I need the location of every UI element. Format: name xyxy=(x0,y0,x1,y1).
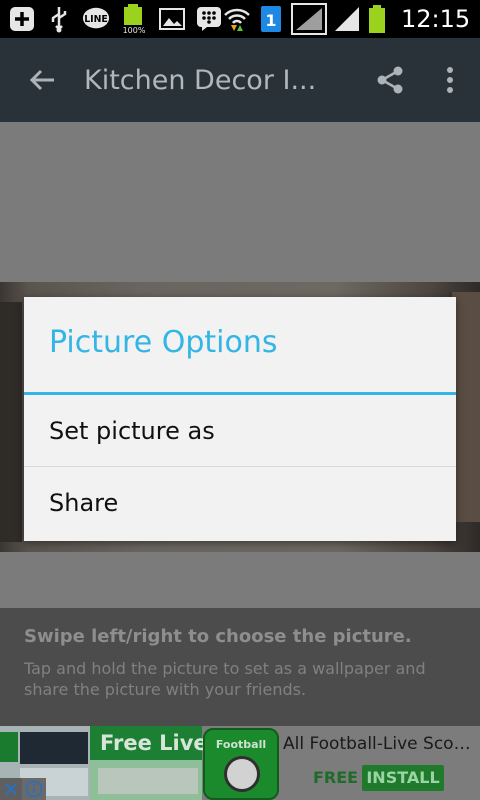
wifi-icon xyxy=(223,5,251,33)
battery-full-icon: 100% xyxy=(119,4,149,35)
help-heading: Swipe left/right to choose the picture. xyxy=(24,626,412,647)
ad-screenshot-detail xyxy=(0,732,18,762)
soccer-ball-icon xyxy=(224,756,260,792)
ad-banner-text: Free Live xyxy=(90,726,208,760)
page-title: Kitchen Decor I... xyxy=(84,64,317,96)
signal-icon xyxy=(333,5,361,33)
sim1-icon: 1 xyxy=(257,5,285,33)
line-app-icon: LINE xyxy=(82,5,110,33)
share-option[interactable]: Share xyxy=(24,467,456,538)
status-bar: LINE 100% 1 12:15 xyxy=(0,0,480,38)
ad-promo-detail xyxy=(98,768,198,794)
dialog-title: Picture Options xyxy=(49,325,278,360)
signal-icon xyxy=(291,3,327,35)
battery-percent-label: 100% xyxy=(123,26,146,35)
share-icon xyxy=(377,66,403,94)
ad-screenshot-detail xyxy=(20,732,88,764)
back-button[interactable] xyxy=(0,38,84,122)
set-picture-as-option[interactable]: Set picture as xyxy=(24,395,456,466)
battery-icon xyxy=(367,5,387,33)
bbm-icon xyxy=(195,5,223,33)
more-vert-icon xyxy=(447,67,453,93)
ad-logo-text: Football xyxy=(215,738,267,751)
ad-price: FREE xyxy=(313,768,359,787)
sim-label: 1 xyxy=(265,11,276,30)
help-panel: Swipe left/right to choose the picture. … xyxy=(0,608,480,726)
close-icon xyxy=(5,783,17,795)
ad-promo-image: Free Live xyxy=(90,726,208,800)
picture-detail xyxy=(0,302,22,542)
usb-icon xyxy=(45,5,73,33)
app-bar: Kitchen Decor I... xyxy=(0,38,480,122)
ad-app-logo[interactable]: Football xyxy=(203,728,279,800)
ad-close-button[interactable] xyxy=(0,778,22,800)
share-button[interactable] xyxy=(360,38,420,122)
ad-app-name[interactable]: All Football-Live Scor... xyxy=(283,734,473,754)
overflow-menu-button[interactable] xyxy=(420,38,480,122)
ad-banner[interactable]: Free Live Football All Football-Live Sco… xyxy=(0,726,480,800)
clock: 12:15 xyxy=(401,5,471,33)
ad-info-button[interactable] xyxy=(22,778,46,800)
gallery-icon xyxy=(158,5,186,33)
picture-options-dialog: Picture Options Set picture as Share xyxy=(24,297,456,541)
plus-icon xyxy=(8,5,36,33)
arrow-left-icon xyxy=(29,69,54,91)
install-button[interactable]: INSTALL xyxy=(362,765,444,791)
info-icon xyxy=(25,780,43,798)
help-body: Tap and hold the picture to set as a wal… xyxy=(24,659,426,699)
svg-text:LINE: LINE xyxy=(84,14,108,25)
